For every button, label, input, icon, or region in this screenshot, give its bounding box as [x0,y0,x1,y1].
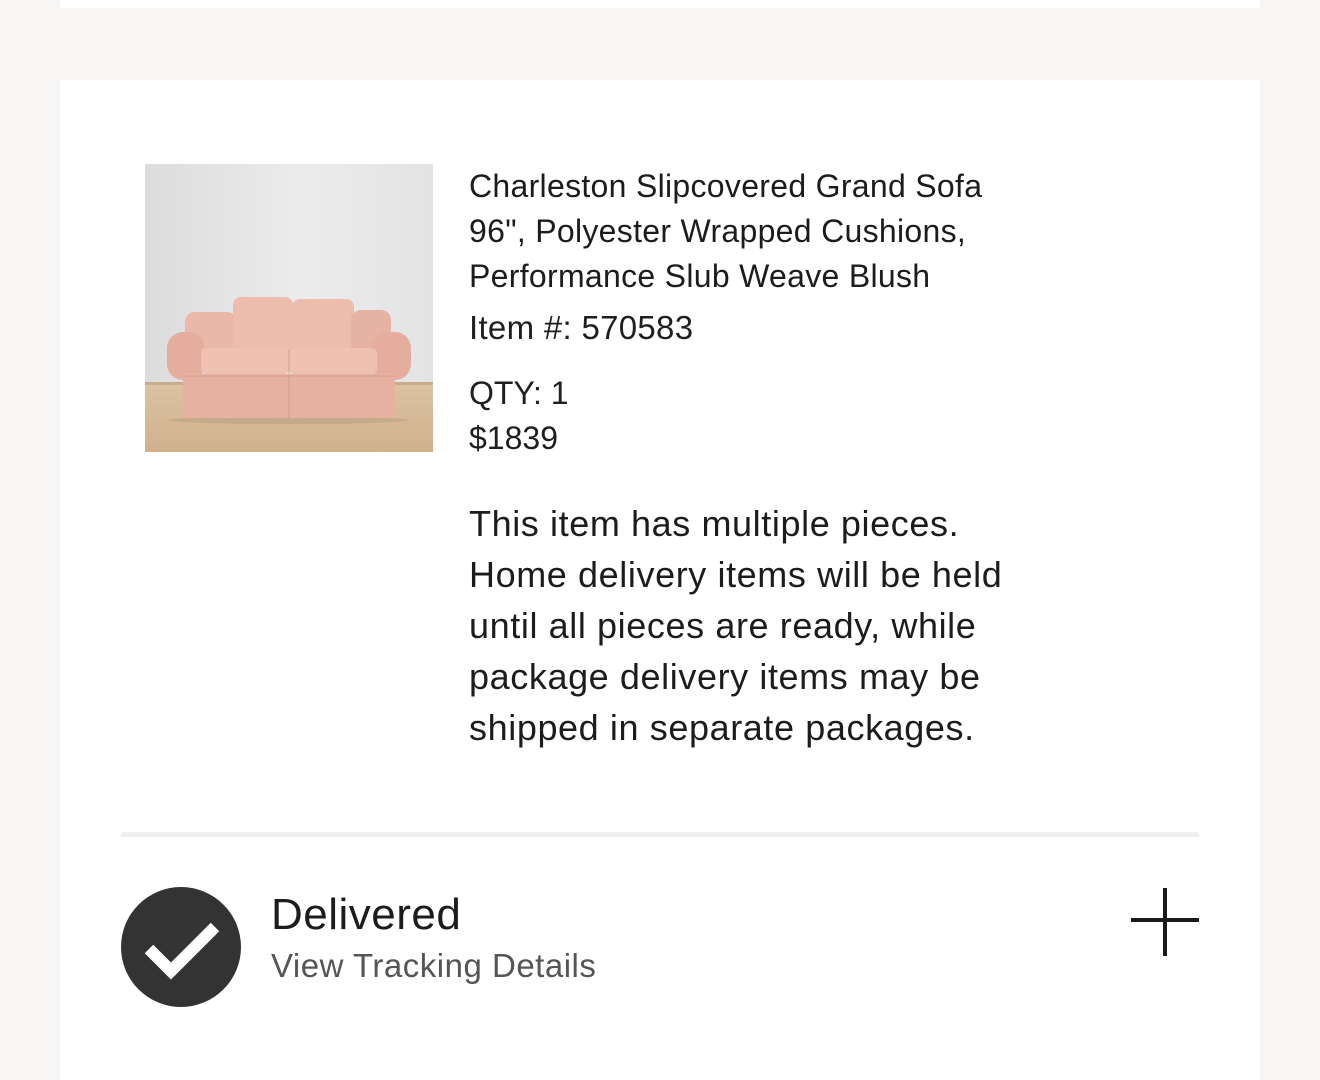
multi-piece-notice: This item has multiple pieces. Home deli… [469,498,1149,753]
notice-line: Home delivery items will be held [469,554,1003,595]
product-title-line: Charleston Slipcovered Grand Sofa [469,168,983,204]
product-title-line: 96", Polyester Wrapped Cushions, [469,213,967,249]
plus-icon [1131,888,1199,956]
item-number: Item #: 570583 [469,309,694,346]
notice-line: shipped in separate packages. [469,707,975,748]
previous-card [60,0,1260,8]
quantity: QTY: 1 [469,375,569,411]
product-image[interactable] [145,164,433,452]
order-item-card: Charleston Slipcovered Grand Sofa 96", P… [60,80,1260,1080]
product-title[interactable]: Charleston Slipcovered Grand Sofa 96", P… [469,164,1149,299]
status-text: Delivered View Tracking Details [271,886,596,988]
price: $1839 [469,420,558,456]
expand-button[interactable] [1129,886,1201,958]
notice-line: package delivery items may be [469,656,981,697]
view-tracking-link[interactable]: View Tracking Details [271,944,596,988]
product-info: Charleston Slipcovered Grand Sofa 96", P… [469,164,1149,753]
notice-line: This item has multiple pieces. [469,503,960,544]
checkmark-icon [121,887,241,1007]
status-label: Delivered [271,890,462,939]
divider [121,832,1199,837]
sofa-photo [145,164,433,452]
product-title-line: Performance Slub Weave Blush [469,258,931,294]
delivery-status-row[interactable]: Delivered View Tracking Details [121,886,1199,1008]
notice-line: until all pieces are ready, while [469,605,977,646]
